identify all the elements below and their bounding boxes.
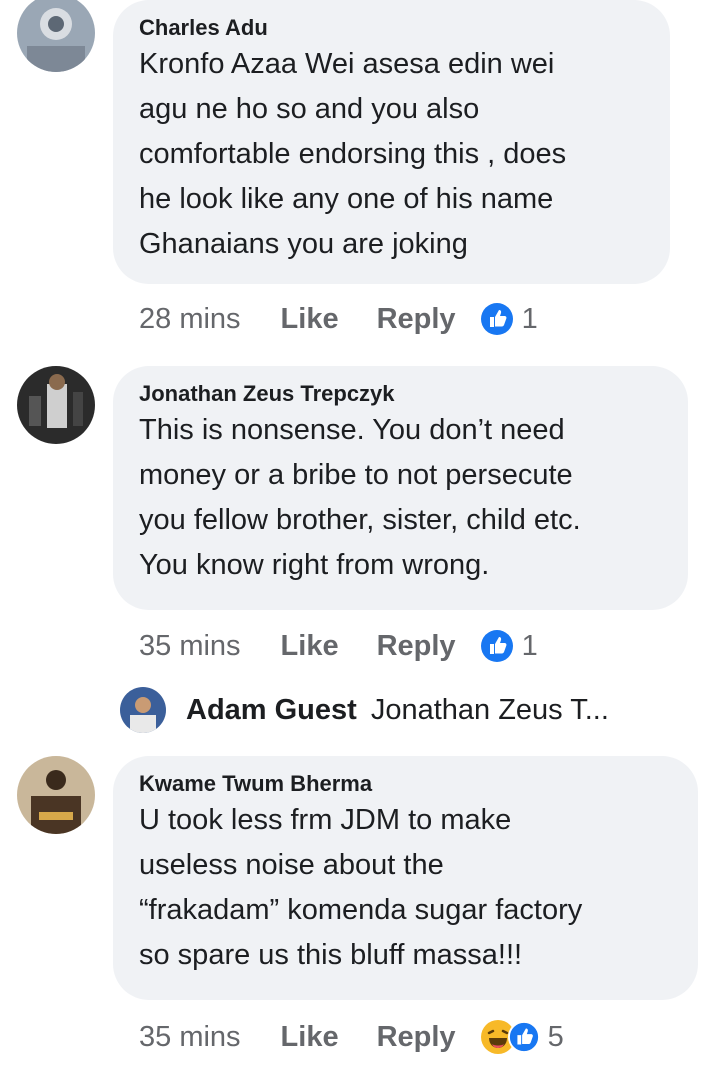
reply-text-preview[interactable]: Jonathan Zeus T... xyxy=(371,694,609,727)
comment-author[interactable]: Charles Adu xyxy=(139,14,644,42)
reaction-count: 1 xyxy=(521,629,538,662)
avatar[interactable] xyxy=(17,0,95,72)
reply-button[interactable]: Reply xyxy=(377,303,456,336)
comment-text: U took less frm JDM to make useless nois… xyxy=(139,804,583,971)
comment-bubble: Kwame Twum Bherma U took less frm JDM to… xyxy=(113,756,698,1000)
like-icon xyxy=(507,1021,540,1053)
comment-actions: 28 mins Like Reply 1 xyxy=(139,299,538,339)
reply-button[interactable]: Reply xyxy=(377,1021,456,1054)
avatar[interactable] xyxy=(17,756,95,834)
reactions-summary[interactable]: 5 xyxy=(480,1019,564,1055)
comment-text: Kronfo Azaa Wei asesa edin wei agu ne ho… xyxy=(139,48,567,260)
comment-author[interactable]: Kwame Twum Bherma xyxy=(139,770,672,798)
reply-button[interactable]: Reply xyxy=(377,630,456,663)
avatar[interactable] xyxy=(17,366,95,444)
comment-bubble: Charles Adu Kronfo Azaa Wei asesa edin w… xyxy=(113,0,670,284)
reply-preview[interactable]: Adam Guest Jonathan Zeus T... xyxy=(120,686,609,734)
comment-actions: 35 mins Like Reply 5 xyxy=(139,1017,564,1057)
like-button[interactable]: Like xyxy=(281,1021,339,1054)
reactions-summary[interactable]: 1 xyxy=(480,629,538,663)
reaction-count: 1 xyxy=(521,302,538,335)
reactions-summary[interactable]: 1 xyxy=(480,302,538,336)
reaction-count: 5 xyxy=(547,1020,564,1053)
avatar[interactable] xyxy=(120,687,166,733)
reply-author[interactable]: Adam Guest xyxy=(186,694,357,727)
comment-actions: 35 mins Like Reply 1 xyxy=(139,626,538,666)
like-icon xyxy=(480,630,513,662)
like-button[interactable]: Like xyxy=(281,303,339,336)
comment-text: This is nonsense. You don’t need money o… xyxy=(139,414,581,581)
comment-bubble: Jonathan Zeus Trepczyk This is nonsense.… xyxy=(113,366,688,610)
comment-author[interactable]: Jonathan Zeus Trepczyk xyxy=(139,380,662,408)
comment-timestamp[interactable]: 35 mins xyxy=(139,630,241,663)
comment-timestamp[interactable]: 28 mins xyxy=(139,303,241,336)
comment-timestamp[interactable]: 35 mins xyxy=(139,1021,241,1054)
like-icon xyxy=(480,303,513,335)
like-button[interactable]: Like xyxy=(281,630,339,663)
